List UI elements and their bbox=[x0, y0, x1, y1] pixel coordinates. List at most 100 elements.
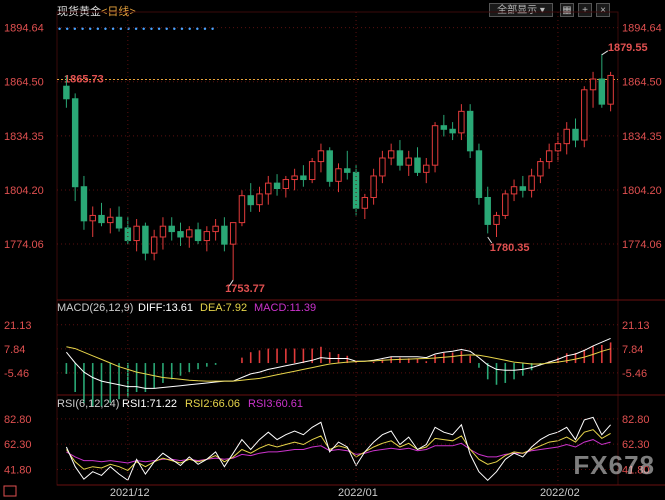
candle bbox=[370, 175, 377, 198]
candle bbox=[519, 186, 527, 191]
candle bbox=[563, 128, 570, 145]
candle bbox=[484, 196, 491, 225]
rsi-title: RSI(6,12,24) bbox=[57, 398, 119, 410]
macd-label: MACD:11.39 bbox=[254, 302, 316, 314]
candle bbox=[186, 229, 193, 238]
candle bbox=[238, 195, 246, 224]
candle bbox=[528, 175, 535, 191]
candle bbox=[581, 89, 588, 141]
candle bbox=[256, 193, 263, 206]
candle bbox=[335, 168, 342, 182]
candle bbox=[300, 175, 307, 181]
macd-y-tick-right: 7.84 bbox=[622, 344, 643, 356]
candle bbox=[247, 195, 254, 206]
candle bbox=[221, 225, 228, 245]
candle bbox=[71, 98, 79, 188]
candle bbox=[361, 196, 369, 209]
y-tick-label-left: 1804.20 bbox=[4, 185, 44, 197]
y-tick-label-left: 1894.64 bbox=[4, 23, 44, 35]
macd-y-tick-left: 21.13 bbox=[4, 320, 32, 332]
dea-line bbox=[66, 346, 611, 382]
rsi3-line bbox=[66, 439, 611, 464]
candle bbox=[598, 78, 606, 105]
rsi-y-tick-right: 82.80 bbox=[622, 414, 650, 426]
candle bbox=[589, 78, 597, 91]
candle bbox=[458, 110, 465, 134]
macd-y-tick-right: -5.46 bbox=[622, 368, 647, 380]
y-tick-label-right: 1864.50 bbox=[622, 77, 662, 89]
candle bbox=[273, 182, 281, 190]
macd-y-tick-left: -5.46 bbox=[4, 368, 29, 380]
candle bbox=[159, 225, 167, 238]
y-tick-label-left: 1834.35 bbox=[4, 131, 44, 143]
candle bbox=[423, 164, 430, 173]
rsi1-line bbox=[65, 416, 611, 482]
candle bbox=[431, 125, 439, 166]
candle bbox=[537, 161, 544, 177]
candle bbox=[493, 214, 500, 225]
candle bbox=[177, 231, 184, 238]
reference-label: 1865.73 bbox=[64, 74, 104, 86]
candle bbox=[282, 179, 290, 190]
candle bbox=[168, 225, 175, 233]
chart-canvas[interactable]: 1894.64 1894.64 1864.50 1864.50 1834.35 1834.… bbox=[0, 0, 665, 500]
candle bbox=[212, 225, 219, 233]
dea-label: DEA:7.92 bbox=[200, 302, 247, 314]
candle bbox=[466, 110, 474, 152]
candle bbox=[607, 74, 614, 105]
candle bbox=[572, 128, 579, 141]
rsi1-label: RSI1:71.22 bbox=[122, 398, 177, 410]
rsi-y-tick-left: 82.80 bbox=[4, 414, 32, 426]
candle bbox=[80, 186, 88, 222]
main-panel-frame bbox=[56, 11, 619, 301]
y-tick-label-left: 1864.50 bbox=[4, 77, 44, 89]
candle bbox=[440, 125, 448, 130]
candle bbox=[115, 216, 123, 229]
scroll-handle-icon bbox=[3, 485, 17, 497]
candle bbox=[133, 225, 140, 242]
low-annotation-2: 1780.35 bbox=[490, 242, 530, 254]
candle bbox=[291, 175, 298, 181]
candle bbox=[387, 150, 395, 159]
x-tick-label: 2021/12 bbox=[110, 487, 150, 499]
candle bbox=[142, 225, 149, 254]
candle bbox=[124, 227, 132, 242]
rsi2-label: RSI2:66.06 bbox=[185, 398, 240, 410]
candle bbox=[545, 150, 553, 163]
y-tick-label-right: 1804.20 bbox=[622, 185, 662, 197]
y-tick-label-right: 1894.64 bbox=[622, 23, 662, 35]
rsi-y-tick-left: 41.80 bbox=[4, 464, 32, 476]
candle bbox=[308, 161, 316, 181]
y-tick-label-right: 1834.35 bbox=[622, 131, 662, 143]
candle bbox=[150, 236, 158, 254]
candle bbox=[344, 168, 351, 173]
diff-label: DIFF:13.61 bbox=[138, 302, 193, 314]
candle bbox=[265, 182, 272, 195]
low-annotation: 1753.77 bbox=[225, 283, 265, 295]
candle bbox=[502, 193, 509, 216]
candle bbox=[63, 85, 70, 100]
high-annotation: 1879.55 bbox=[608, 42, 648, 54]
candle bbox=[405, 157, 412, 166]
candle bbox=[475, 150, 483, 198]
candle bbox=[414, 157, 421, 173]
rsi-y-tick-left: 62.30 bbox=[4, 439, 32, 451]
candle bbox=[229, 222, 237, 245]
candle bbox=[449, 128, 456, 134]
macd-panel-frame bbox=[56, 299, 619, 396]
candle bbox=[107, 216, 114, 224]
candle bbox=[317, 150, 325, 163]
indicator-dots: • • • • • • • • • • • • • • • • • • • • … bbox=[58, 24, 215, 34]
x-tick-label: 2022/02 bbox=[540, 487, 580, 499]
candle bbox=[396, 150, 404, 166]
y-tick-label-left: 1774.06 bbox=[4, 239, 44, 251]
candle bbox=[379, 157, 386, 177]
macd-title: MACD(26,12,9) bbox=[57, 302, 133, 314]
rsi3-label: RSI3:60.61 bbox=[248, 398, 303, 410]
candle bbox=[98, 214, 105, 224]
candle bbox=[326, 150, 333, 182]
y-tick-label-right: 1774.06 bbox=[622, 239, 662, 251]
watermark-logo: FX678 bbox=[573, 450, 655, 480]
candle bbox=[510, 186, 518, 195]
macd-y-tick-left: 7.84 bbox=[4, 344, 25, 356]
